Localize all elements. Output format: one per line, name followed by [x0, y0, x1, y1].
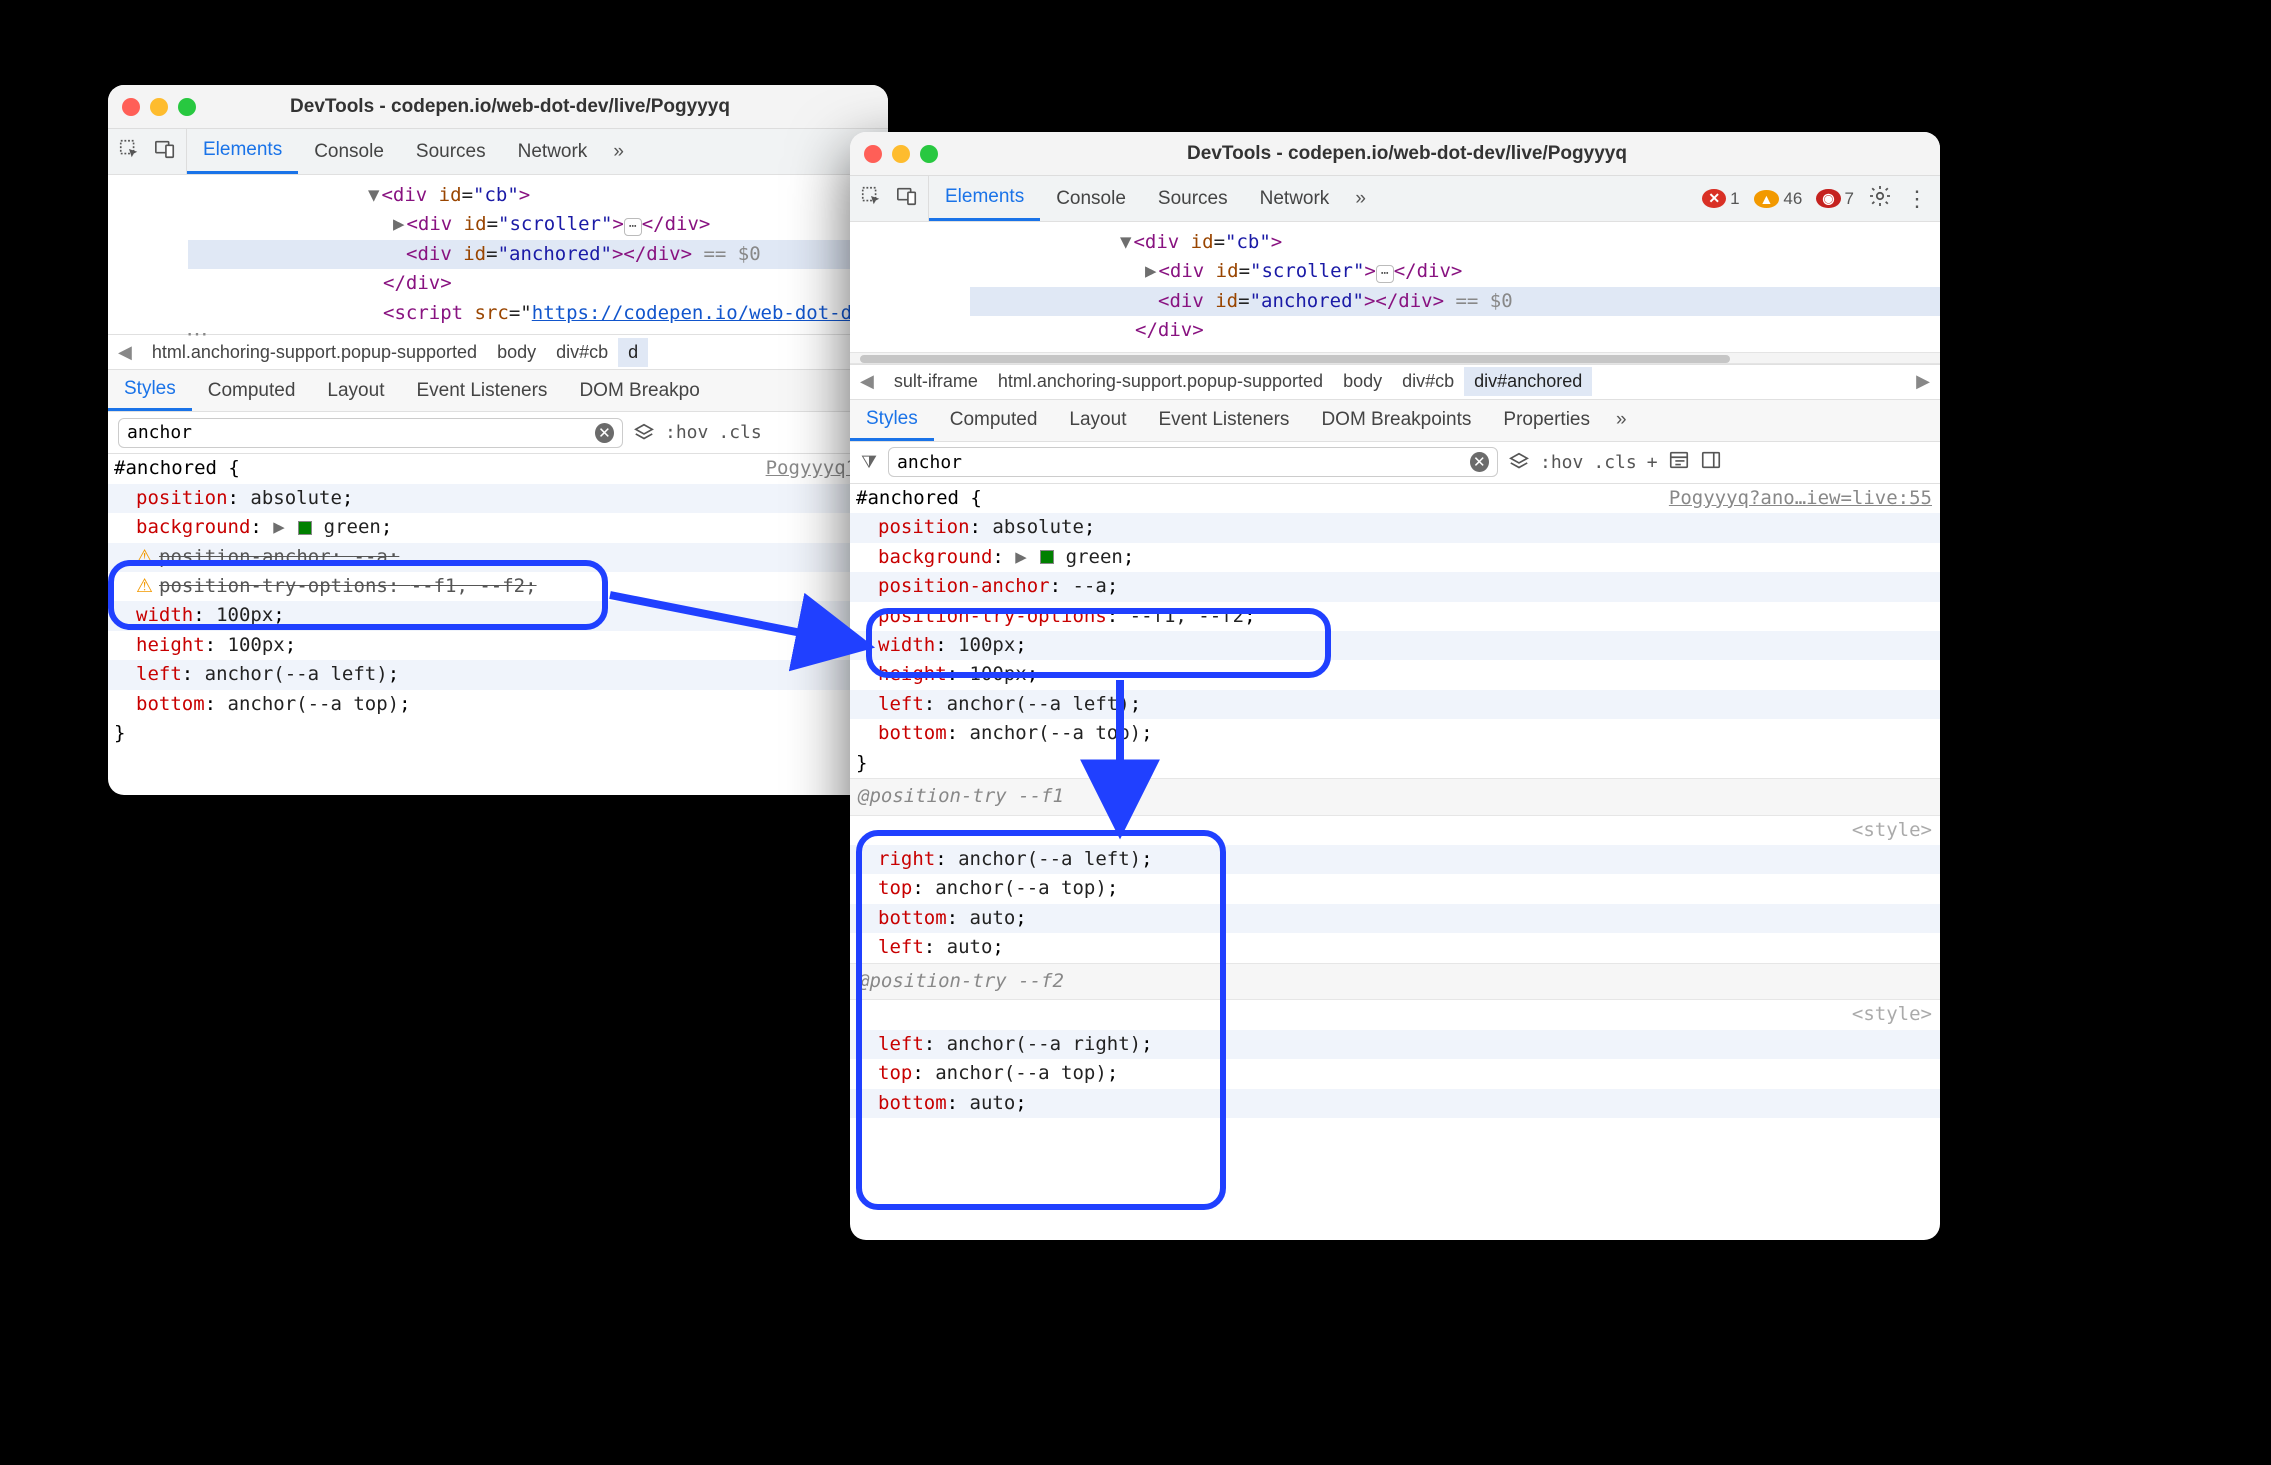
- styles-pane[interactable]: Pogyyyq?ano…iew=live:55 #anchored { posi…: [850, 484, 1940, 1118]
- subtab-layout[interactable]: Layout: [1053, 400, 1142, 441]
- devtools-window-before: DevTools - codepen.io/web-dot-dev/live/P…: [108, 85, 888, 795]
- tab-console[interactable]: Console: [1040, 176, 1142, 221]
- tab-console[interactable]: Console: [298, 129, 400, 174]
- styles-tabbar: Styles Computed Layout Event Listeners D…: [108, 370, 888, 412]
- more-tabs-icon[interactable]: »: [603, 129, 634, 174]
- subtab-computed[interactable]: Computed: [934, 400, 1054, 441]
- computed-styles-sidebar-icon[interactable]: [1668, 449, 1690, 476]
- kebab-menu-icon[interactable]: ⋮: [1906, 186, 1928, 212]
- styles-filter-input-wrap: ✕: [888, 447, 1498, 477]
- style-origin-link[interactable]: <style>: [1852, 816, 1940, 845]
- clear-filter-icon[interactable]: ✕: [595, 423, 614, 443]
- subtab-properties[interactable]: Properties: [1487, 400, 1606, 441]
- collapsed-ellipsis-icon[interactable]: ⋯: [1376, 265, 1394, 283]
- breadcrumb: ◀ html.anchoring-support.popup-supported…: [108, 334, 888, 370]
- layers-icon[interactable]: [1508, 451, 1530, 473]
- styles-filter-row: ✕ :hov .cls +: [850, 442, 1940, 484]
- device-toggle-icon[interactable]: [154, 138, 176, 166]
- breadcrumb: ◀ sult-iframe html.anchoring-support.pop…: [850, 364, 1940, 400]
- more-subtabs-icon[interactable]: »: [1606, 400, 1637, 441]
- crumb-scroll-left-icon[interactable]: ◀: [850, 371, 884, 392]
- crumb-selected[interactable]: div#anchored: [1464, 367, 1592, 396]
- position-try-section-f1[interactable]: @position-try --f1: [850, 778, 1940, 815]
- inspect-icon[interactable]: [860, 185, 882, 213]
- tab-sources[interactable]: Sources: [1142, 176, 1244, 221]
- styles-tabbar: Styles Computed Layout Event Listeners D…: [850, 400, 1940, 442]
- crumb-body[interactable]: body: [1333, 367, 1392, 396]
- crumb-div-cb[interactable]: div#cb: [1392, 367, 1464, 396]
- position-try-section-f2[interactable]: @position-try --f2: [850, 963, 1940, 1000]
- clear-filter-icon[interactable]: ✕: [1470, 452, 1489, 472]
- invalid-prop-position-try-options[interactable]: position-try-options: --f1, --f2;: [108, 572, 888, 601]
- twisty-down-icon[interactable]: ▼: [1120, 228, 1131, 257]
- subtab-listeners[interactable]: Event Listeners: [400, 370, 563, 411]
- hov-toggle[interactable]: :hov: [1540, 452, 1583, 473]
- hov-toggle[interactable]: :hov: [665, 422, 708, 443]
- cls-toggle[interactable]: .cls: [1593, 452, 1636, 473]
- crumb-scroll-right-icon[interactable]: ▶: [1906, 371, 1940, 392]
- crumb-scroll-left-icon[interactable]: ◀: [108, 342, 142, 363]
- subtab-styles[interactable]: Styles: [850, 400, 934, 441]
- titlebar: DevTools - codepen.io/web-dot-dev/live/P…: [108, 85, 888, 129]
- main-tabbar: Elements Console Sources Network »: [108, 129, 888, 175]
- subtab-listeners[interactable]: Event Listeners: [1142, 400, 1305, 441]
- tab-network[interactable]: Network: [1244, 176, 1346, 221]
- window-title: DevTools - codepen.io/web-dot-dev/live/P…: [146, 96, 874, 118]
- twisty-right-icon[interactable]: ▶: [393, 210, 404, 239]
- color-swatch-icon[interactable]: [1040, 550, 1054, 564]
- tab-network[interactable]: Network: [502, 129, 604, 174]
- horizontal-scrollbar[interactable]: [850, 352, 1940, 364]
- filter-input[interactable]: [127, 422, 595, 443]
- stylesheet-origin-link[interactable]: Pogyyyq?ano…iew=live:55: [1669, 484, 1940, 513]
- crumb-html[interactable]: html.anchoring-support.popup-supported: [988, 367, 1333, 396]
- styles-pane[interactable]: Pogyyyq?an #anchored { position: absolut…: [108, 454, 888, 748]
- cls-toggle[interactable]: .cls: [718, 422, 761, 443]
- subtab-layout[interactable]: Layout: [311, 370, 400, 411]
- inspect-icon[interactable]: [118, 138, 140, 166]
- close-icon[interactable]: [122, 98, 140, 116]
- selected-node-marker: == $0: [1455, 290, 1512, 312]
- device-toggle-icon[interactable]: [896, 185, 918, 213]
- twisty-right-icon[interactable]: ▶: [1145, 257, 1156, 286]
- error-badge[interactable]: ✕1: [1702, 189, 1739, 209]
- overflow-ellipsis-icon: ⋯: [186, 321, 208, 347]
- script-src-link[interactable]: https://codepen.io/web-dot-d: [532, 302, 852, 324]
- crumb-selected[interactable]: d: [618, 338, 648, 367]
- twisty-down-icon[interactable]: ▼: [368, 181, 379, 210]
- tab-elements[interactable]: Elements: [929, 176, 1040, 221]
- invalid-prop-position-anchor[interactable]: position-anchor: --a;: [108, 543, 888, 572]
- new-rule-button[interactable]: +: [1647, 452, 1658, 473]
- gear-icon[interactable]: [1868, 184, 1892, 214]
- titlebar: DevTools - codepen.io/web-dot-dev/live/P…: [850, 132, 1940, 176]
- main-tabbar: Elements Console Sources Network » ✕1 ▲4…: [850, 176, 1940, 222]
- crumb-iframe[interactable]: sult-iframe: [884, 367, 988, 396]
- collapsed-ellipsis-icon[interactable]: ⋯: [624, 218, 642, 236]
- crumb-div-cb[interactable]: div#cb: [546, 338, 618, 367]
- styles-filter-input-wrap: ✕: [118, 418, 623, 448]
- subtab-computed[interactable]: Computed: [192, 370, 312, 411]
- elements-tree[interactable]: ▼<div id="cb"> ▶<div id="scroller">⋯</di…: [108, 175, 888, 334]
- subtab-dombp[interactable]: DOM Breakpoints: [1305, 400, 1487, 441]
- subtab-dombp[interactable]: DOM Breakpo: [563, 370, 715, 411]
- tab-elements[interactable]: Elements: [187, 129, 298, 174]
- more-tabs-icon[interactable]: »: [1345, 176, 1376, 221]
- styles-filter-row: ✕ :hov .cls: [108, 412, 888, 454]
- devtools-window-after: DevTools - codepen.io/web-dot-dev/live/P…: [850, 132, 1940, 1240]
- tab-sources[interactable]: Sources: [400, 129, 502, 174]
- info-badge[interactable]: ◉7: [1816, 189, 1854, 209]
- elements-tree[interactable]: ▼<div id="cb"> ▶<div id="scroller">⋯</di…: [850, 222, 1940, 352]
- toggle-panel-icon[interactable]: [1700, 449, 1722, 476]
- filter-funnel-icon[interactable]: [860, 452, 878, 473]
- window-title: DevTools - codepen.io/web-dot-dev/live/P…: [888, 143, 1926, 165]
- close-icon[interactable]: [864, 145, 882, 163]
- subtab-styles[interactable]: Styles: [108, 370, 192, 411]
- selected-node-marker: == $0: [703, 243, 760, 265]
- filter-input[interactable]: [897, 452, 1470, 473]
- crumb-body[interactable]: body: [487, 338, 546, 367]
- style-origin-link[interactable]: <style>: [1852, 1000, 1940, 1029]
- warning-badge[interactable]: ▲46: [1754, 189, 1803, 209]
- layers-icon[interactable]: [633, 422, 655, 444]
- color-swatch-icon[interactable]: [298, 521, 312, 535]
